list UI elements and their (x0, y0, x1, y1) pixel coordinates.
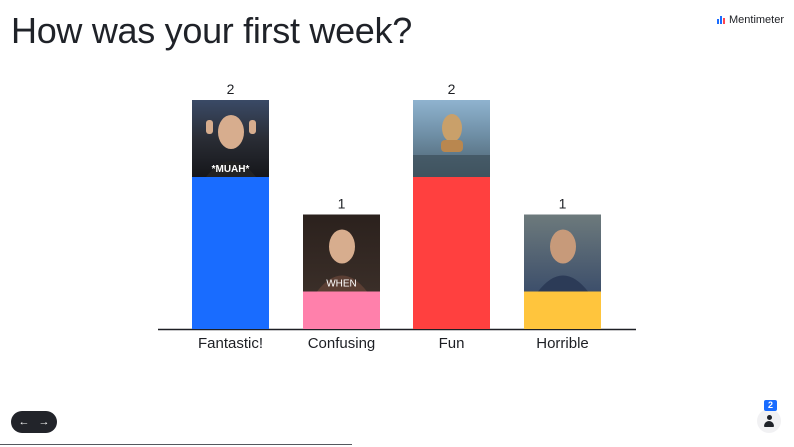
slide-navigation[interactable]: ← → (11, 411, 57, 433)
image-caption-0: *MUAH* (212, 164, 250, 175)
arrow-left-icon[interactable]: ← (19, 416, 30, 428)
value-label-2: 2 (448, 81, 456, 97)
bar-chart: *MUAH* 2 Fantastic! WHEN 1 Confusing 2 Fun 1 Horr… (158, 81, 636, 352)
category-label-3: Horrible (536, 335, 589, 352)
image-caption-1: WHEN (326, 279, 357, 290)
gif-cat-walking-on-ocean (413, 100, 490, 177)
category-label-2: Fun (439, 335, 465, 352)
value-label-0: 2 (227, 81, 235, 97)
audience-count-badge: 2 (764, 400, 777, 411)
bar-1 (303, 291, 380, 329)
bar-0 (192, 177, 269, 329)
bar-2 (413, 177, 490, 329)
gif-man-holding-head (524, 214, 601, 292)
audience-button[interactable] (757, 409, 781, 433)
value-label-1: 1 (338, 196, 346, 212)
arrow-right-icon[interactable]: → (39, 416, 50, 428)
bar-3 (524, 291, 601, 329)
category-label-1: Confusing (308, 335, 376, 352)
category-label-0: Fantastic! (198, 335, 263, 352)
person-icon (764, 415, 774, 427)
progress-line (0, 444, 352, 445)
value-label-3: 1 (559, 196, 567, 212)
